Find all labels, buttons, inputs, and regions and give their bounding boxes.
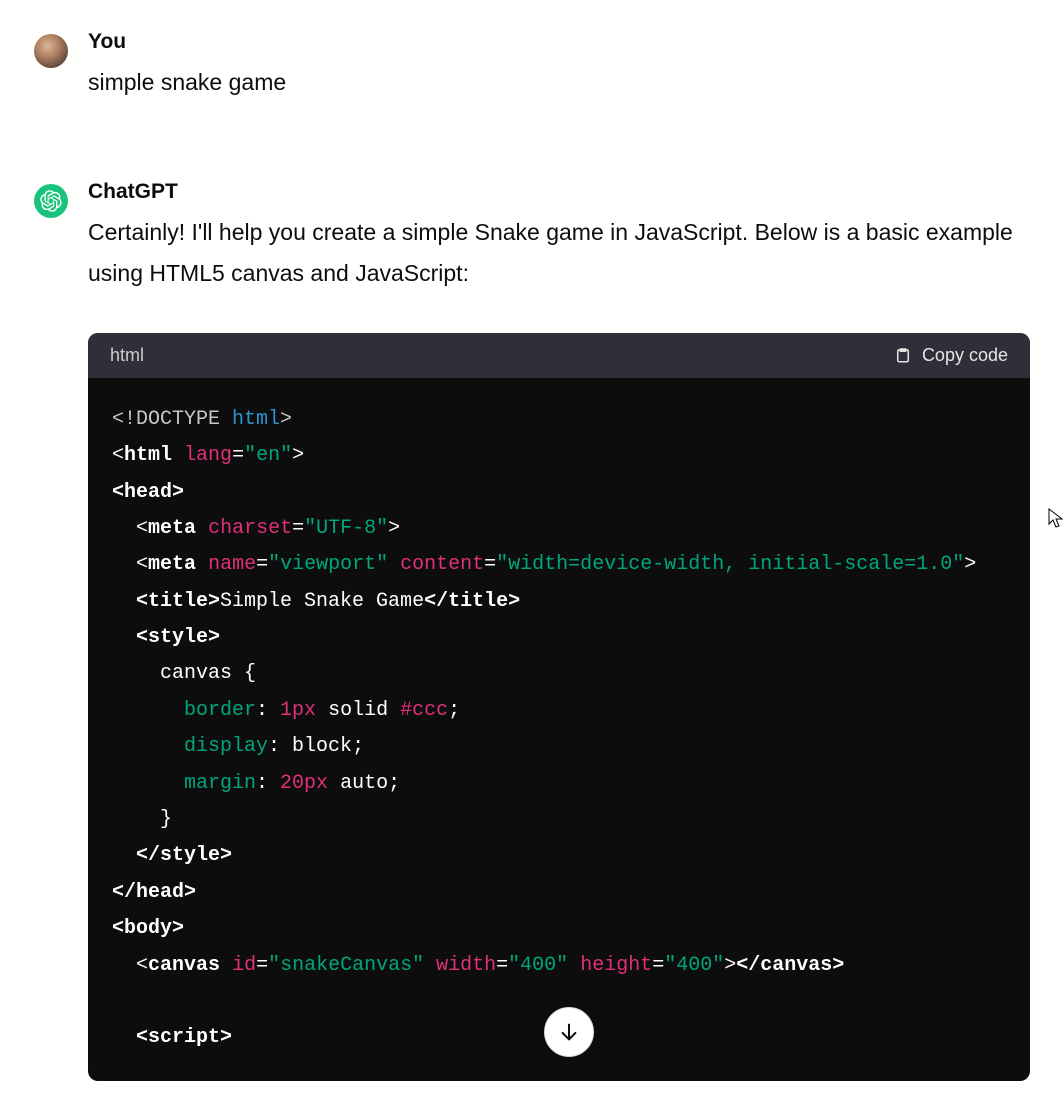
assistant-intro-text: Certainly! I'll help you create a simple…	[88, 212, 1030, 293]
user-avatar	[34, 34, 68, 68]
copy-code-label: Copy code	[922, 345, 1008, 366]
user-message: You simple snake game	[0, 30, 1064, 102]
code-language-label: html	[110, 345, 144, 366]
scroll-to-bottom-button[interactable]	[544, 1007, 594, 1057]
user-message-text: simple snake game	[88, 62, 1030, 102]
openai-logo-icon	[40, 190, 62, 212]
code-body[interactable]: <!DOCTYPE html> <html lang="en"> <head> …	[88, 378, 1030, 1081]
user-message-body: You simple snake game	[88, 30, 1030, 102]
arrow-down-icon	[558, 1021, 580, 1043]
assistant-sender-label: ChatGPT	[88, 180, 1030, 204]
assistant-message: ChatGPT Certainly! I'll help you create …	[0, 180, 1064, 1081]
code-block: html Copy code <!DOCTYPE html> <html lan…	[88, 333, 1030, 1081]
copy-code-button[interactable]: Copy code	[894, 345, 1008, 366]
clipboard-icon	[894, 346, 912, 364]
assistant-message-body: ChatGPT Certainly! I'll help you create …	[88, 180, 1030, 1081]
user-sender-label: You	[88, 30, 1030, 54]
code-block-header: html Copy code	[88, 333, 1030, 378]
assistant-avatar	[34, 184, 68, 218]
